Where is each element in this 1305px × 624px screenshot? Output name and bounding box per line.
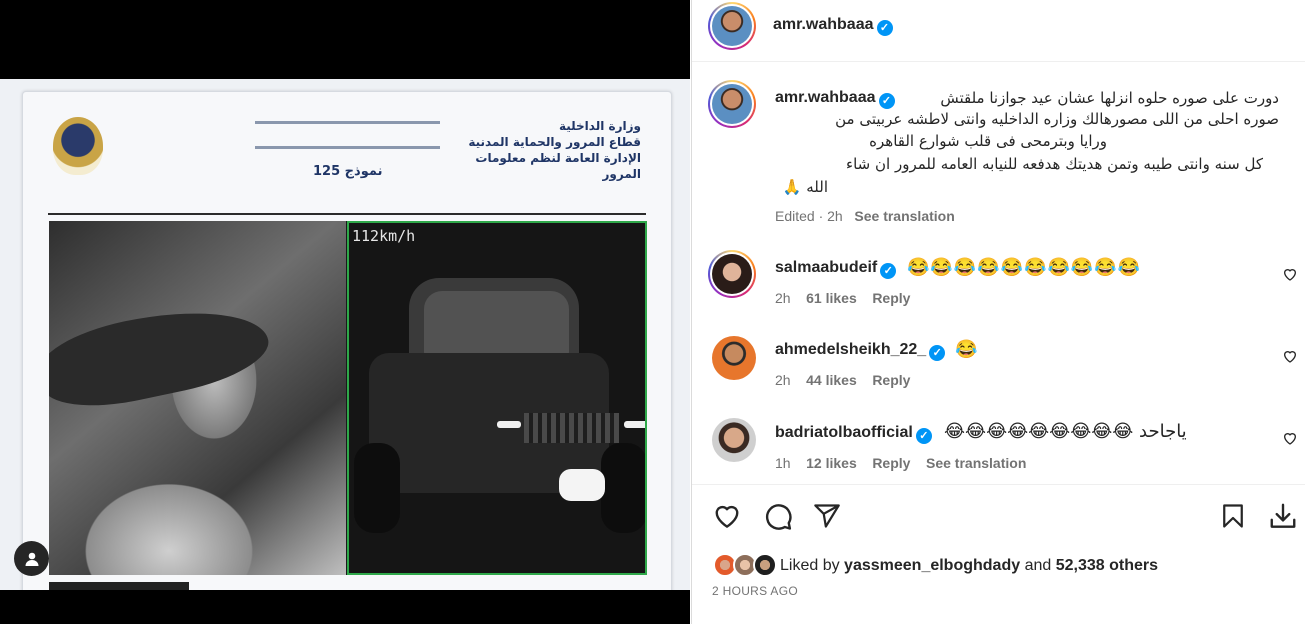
comment-username-text[interactable]: salmaabudeif — [775, 259, 877, 276]
driver-closeup-image — [49, 221, 346, 575]
document-bar — [255, 146, 440, 149]
comment-text: ياجاحد 😂😂😂😂😂😂😂😂😂 — [944, 421, 1187, 442]
caption-author-avatar[interactable] — [708, 80, 756, 128]
vehicle-image: 112km/h — [347, 221, 647, 575]
car-grille — [524, 413, 619, 443]
liked-by-prefix: Liked by — [780, 557, 840, 574]
reply-button[interactable]: Reply — [872, 455, 910, 471]
comment-likes[interactable]: 44 likes — [806, 372, 857, 388]
caption-text: ورايا وبترمحى فى قلب شوارع القاهره — [869, 132, 1107, 150]
see-translation-link[interactable]: See translation — [926, 455, 1026, 471]
form-number: نموذج 125 — [313, 164, 383, 179]
comment-username[interactable]: badriatolbaofficial ✓ — [775, 424, 932, 444]
download-button[interactable] — [1266, 499, 1300, 533]
comment-button[interactable] — [761, 499, 795, 533]
caption-text: صوره احلى من اللى مصورهالك وزاره الداخلي… — [835, 110, 1279, 128]
liked-by-user-link[interactable]: yassmeen_elboghdady — [844, 557, 1020, 574]
post-photo: وزارة الداخلية قطاع المرور والحماية المد… — [0, 79, 690, 590]
verified-badge-icon: ✓ — [880, 263, 897, 279]
post-media[interactable]: وزارة الداخلية قطاع المرور والحماية المد… — [0, 0, 690, 624]
document-footer-strip — [49, 582, 189, 590]
comment-text: 😂 — [955, 339, 979, 359]
post-timestamp[interactable]: 2 HOURS AGO — [712, 584, 798, 598]
comment-icon — [765, 504, 792, 530]
verified-badge-icon: ✓ — [915, 428, 932, 444]
verified-badge-icon: ✓ — [878, 93, 895, 109]
see-translation-link[interactable]: See translation — [854, 208, 954, 224]
caption-text: دورت على صوره حلوه انزلها عشان عيد جوازن… — [940, 89, 1279, 107]
author-username-text[interactable]: amr.wahbaaa — [773, 16, 874, 33]
ministry-line: وزارة الداخلية — [558, 119, 641, 133]
heart-icon[interactable] — [1282, 430, 1298, 446]
comment-time: 1h — [775, 455, 791, 471]
heart-icon[interactable] — [1282, 348, 1298, 364]
comment-likes[interactable]: 61 likes — [806, 290, 857, 306]
post-side-panel: amr.wahbaaa ✓ amr.wahbaaa ✓ دورت على صوره … — [691, 0, 1305, 624]
ministry-line: قطاع المرور والحماية المدنية — [468, 135, 641, 149]
car-wheel — [354, 443, 400, 533]
comment-username[interactable]: ahmedelsheikh_22_ ✓ — [775, 341, 946, 361]
caption-username[interactable]: amr.wahbaaa ✓ — [775, 89, 895, 109]
verified-badge-icon: ✓ — [876, 20, 893, 36]
ministry-header: وزارة الداخلية قطاع المرور والحماية المد… — [441, 118, 641, 182]
document-divider — [48, 213, 646, 215]
reply-button[interactable]: Reply — [872, 372, 910, 388]
comment-username-text[interactable]: badriatolbaofficial — [775, 424, 913, 441]
car-wheel — [601, 443, 645, 533]
user-tag-icon[interactable] — [14, 541, 49, 576]
caption-username-text[interactable]: amr.wahbaaa — [775, 89, 876, 106]
post-header: amr.wahbaaa ✓ — [692, 0, 1305, 62]
comment-avatar[interactable] — [708, 250, 756, 298]
camera-capture: 112km/h — [49, 221, 647, 575]
car-headlight — [497, 421, 521, 428]
liked-by: Liked by yassmeen_elboghdady and 52,338 … — [780, 557, 1158, 575]
caption-text: كل سنه وانتى طيبه وتمن هديتك هدفعه للنيا… — [846, 155, 1263, 173]
caption-meta: Edited · 2h See translation — [775, 208, 955, 224]
comment-time: 2h — [775, 372, 791, 388]
liker-avatar[interactable] — [753, 553, 777, 577]
ministry-line: الإدارة العامة لنظم معلومات — [475, 151, 641, 165]
car-windshield — [424, 291, 569, 356]
traffic-violation-document: وزارة الداخلية قطاع المرور والحماية المد… — [22, 91, 672, 590]
speed-overlay: 112km/h — [352, 227, 416, 245]
comment-meta: 1h 12 likes Reply See translation — [775, 455, 1026, 471]
like-button[interactable] — [710, 499, 744, 533]
actions-divider — [692, 484, 1305, 485]
comment-meta: 2h 44 likes Reply — [775, 372, 910, 388]
blurred-license-plate — [559, 469, 605, 501]
verified-badge-icon: ✓ — [929, 345, 946, 361]
author-avatar[interactable] — [708, 2, 756, 50]
likes-count-link[interactable]: 52,338 others — [1056, 557, 1158, 574]
liked-by-and: and — [1024, 557, 1052, 574]
bookmark-icon — [1223, 504, 1243, 528]
share-button[interactable] — [810, 499, 844, 533]
comment-avatar[interactable] — [712, 418, 756, 462]
driver-cap — [49, 292, 275, 420]
reply-button[interactable]: Reply — [872, 290, 910, 306]
edited-time: Edited · 2h — [775, 208, 843, 224]
comment-username[interactable]: salmaabudeif ✓ — [775, 259, 897, 279]
author-username[interactable]: amr.wahbaaa ✓ — [773, 16, 893, 36]
heart-icon — [715, 505, 739, 528]
comment-likes[interactable]: 12 likes — [806, 455, 857, 471]
comment-username-text[interactable]: ahmedelsheikh_22_ — [775, 341, 926, 358]
ministry-line: المرور — [602, 167, 642, 181]
car-headlight — [624, 421, 645, 428]
download-icon — [1270, 503, 1296, 528]
caption-text: الله 🙏 — [782, 178, 828, 196]
ministry-seal-logo — [53, 117, 103, 175]
comment-text: 😂😂😂😂😂😂😂😂😂😂 — [907, 257, 1142, 277]
comment-time: 2h — [775, 290, 791, 306]
heart-icon[interactable] — [1282, 266, 1298, 282]
comment-avatar[interactable] — [712, 336, 756, 380]
comment-meta: 2h 61 likes Reply — [775, 290, 910, 306]
document-bar — [255, 121, 440, 124]
share-icon — [814, 504, 840, 528]
save-button[interactable] — [1216, 499, 1250, 533]
